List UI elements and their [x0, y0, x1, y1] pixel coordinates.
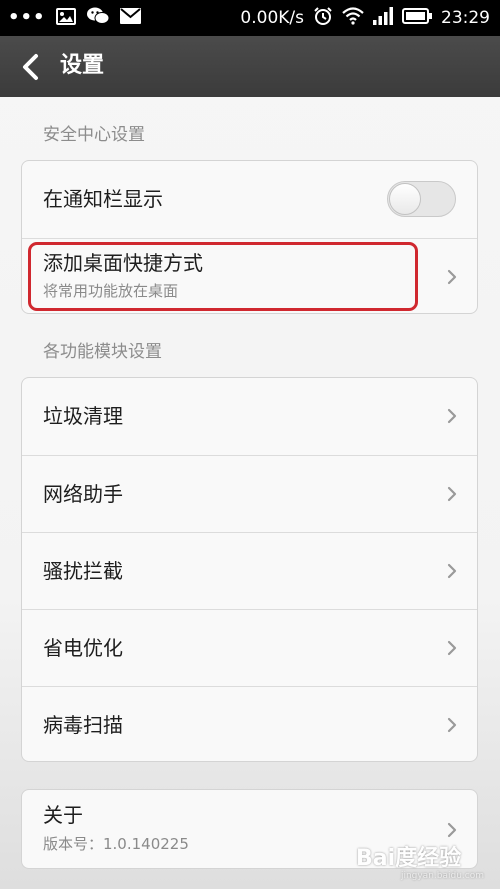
module-row-power-saving[interactable]: 省电优化	[22, 609, 477, 686]
section-label-modules: 各功能模块设置	[43, 342, 162, 362]
network-speed: 0.00K/s	[240, 8, 304, 28]
watermark-main-text: Bai度经验	[356, 846, 462, 871]
version-number: 版本号：1.0.140225	[43, 835, 189, 853]
chevron-right-icon	[447, 717, 457, 733]
chevron-right-icon	[447, 486, 457, 502]
image-icon	[55, 7, 76, 29]
signal-icon	[373, 7, 393, 29]
module-row-label: 病毒扫描	[43, 713, 123, 737]
alarm-clock-icon	[313, 6, 333, 30]
status-bar-right: 0.00K/s 23:29	[240, 6, 490, 30]
battery-icon	[402, 8, 432, 28]
chevron-right-icon	[447, 269, 457, 285]
module-row-label: 省电优化	[43, 636, 123, 660]
notification-bar-toggle[interactable]	[387, 181, 456, 217]
module-row-harassment-block[interactable]: 骚扰拦截	[22, 532, 477, 609]
title-bar: 设置	[0, 36, 500, 97]
status-bar-left: •••	[8, 6, 141, 30]
toggle-knob	[389, 183, 421, 215]
more-dots-icon: •••	[8, 7, 46, 28]
notification-bar-row[interactable]: 在通知栏显示	[22, 161, 477, 238]
chevron-right-icon	[447, 822, 457, 838]
chevron-right-icon	[447, 640, 457, 656]
module-row-network-assistant[interactable]: 网络助手	[22, 455, 477, 532]
chevron-left-icon[interactable]	[19, 53, 41, 81]
module-row-virus-scan[interactable]: 病毒扫描	[22, 686, 477, 761]
baidu-jingyan-watermark: Bai度经验 jingyan.baidu.com	[356, 846, 484, 882]
clock-time: 23:29	[441, 8, 490, 28]
mail-icon	[119, 8, 141, 28]
watermark-url-text: jingyan.baidu.com	[400, 871, 484, 881]
module-row-junk-cleanup[interactable]: 垃圾清理	[22, 378, 477, 455]
status-bar: ••• 0.00K/s 23:29	[0, 0, 500, 36]
module-row-label: 骚扰拦截	[43, 559, 123, 583]
page-title: 设置	[60, 53, 105, 78]
module-row-label: 垃圾清理	[43, 404, 123, 428]
notification-bar-label: 在通知栏显示	[43, 187, 163, 211]
wechat-icon	[86, 6, 110, 30]
about-label: 关于	[43, 803, 83, 827]
chevron-right-icon	[447, 563, 457, 579]
chevron-right-icon	[447, 408, 457, 424]
module-row-label: 网络助手	[43, 482, 123, 506]
wifi-icon	[342, 7, 364, 29]
highlight-annotation	[28, 242, 418, 311]
module-settings-card: 垃圾清理 网络助手 骚扰拦截 省电优化 病毒扫描	[21, 377, 478, 762]
section-label-security: 安全中心设置	[43, 125, 145, 145]
